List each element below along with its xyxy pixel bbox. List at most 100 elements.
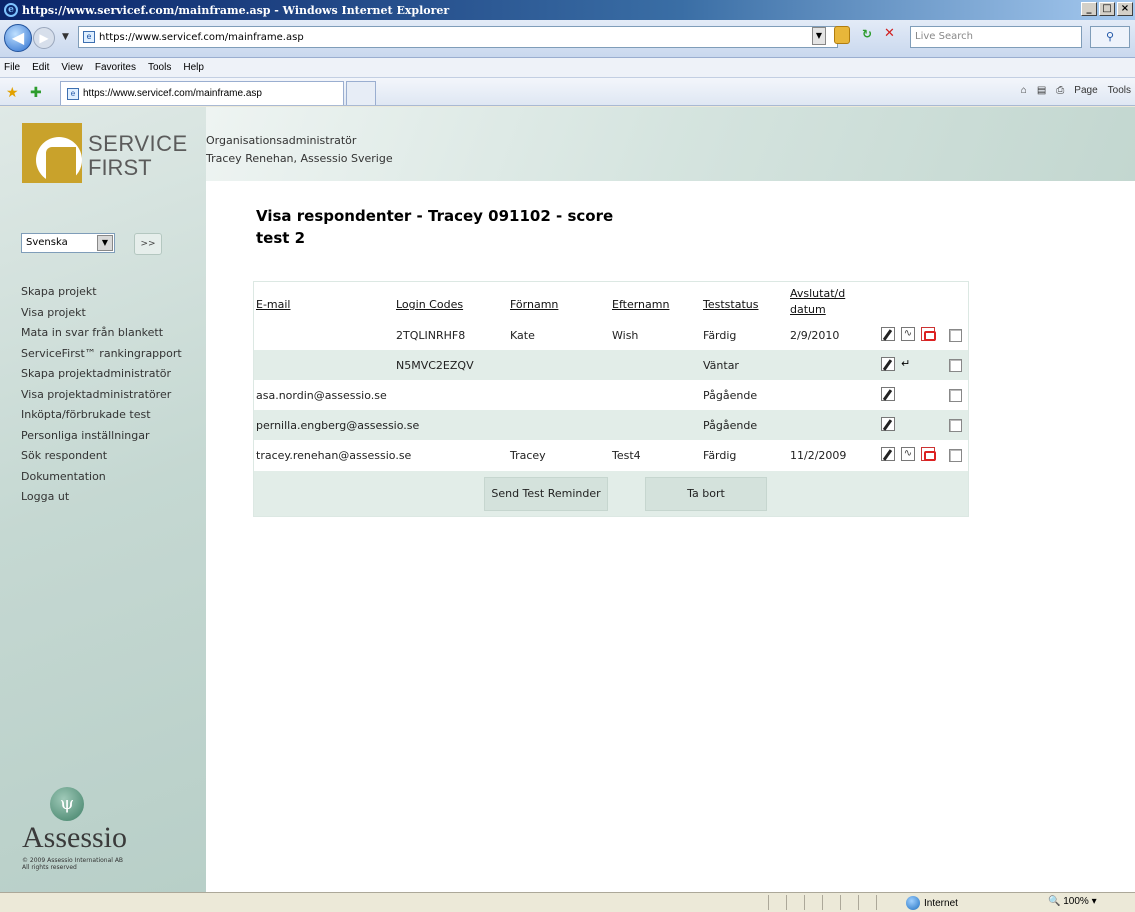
browser-tab[interactable]: e https://www.servicef.com/mainframe.asp: [60, 81, 344, 105]
servicefirst-logo-mark: [22, 123, 82, 183]
chart-icon[interactable]: ∿: [901, 447, 915, 461]
row-checkbox[interactable]: [949, 329, 962, 342]
zoom-control[interactable]: 🔍 100% ▾: [1048, 896, 1097, 907]
rights-text: All rights reserved: [22, 864, 77, 871]
page-menu[interactable]: Page: [1074, 85, 1097, 96]
cell-email: tracey.renehan@assessio.se: [256, 449, 412, 462]
search-icon[interactable]: ⚲: [1090, 26, 1130, 48]
edit-icon[interactable]: [881, 447, 895, 461]
nav-personliga-installningar[interactable]: Personliga inställningar: [21, 429, 182, 450]
col-avslutat[interactable]: Avslutat/d datum: [790, 286, 845, 318]
favorites-star-icon[interactable]: ★: [6, 84, 19, 101]
edit-icon[interactable]: [881, 417, 895, 431]
window-titlebar: e https://www.servicef.com/mainframe.asp…: [0, 0, 1135, 20]
cell-date: 11/2/2009: [790, 449, 847, 462]
chart-icon[interactable]: ∿: [901, 327, 915, 341]
lock-icon[interactable]: [834, 26, 850, 44]
col-teststatus[interactable]: Teststatus: [703, 297, 758, 313]
back-button[interactable]: ◀: [4, 24, 32, 52]
chevron-down-icon: ▼: [97, 235, 113, 251]
address-input[interactable]: e https://www.servicef.com/mainframe.asp: [78, 26, 838, 48]
nav-inkopta-test[interactable]: Inköpta/förbrukade test: [21, 408, 182, 429]
row-checkbox[interactable]: [949, 359, 962, 372]
nav-sok-respondent[interactable]: Sök respondent: [21, 449, 182, 470]
edit-icon[interactable]: [881, 387, 895, 401]
zoom-level: 100%: [1063, 896, 1089, 907]
menu-file[interactable]: File: [4, 62, 20, 73]
new-tab-button[interactable]: [346, 81, 376, 105]
row-checkbox[interactable]: [949, 449, 962, 462]
delete-button[interactable]: Ta bort: [645, 477, 767, 511]
col-login-codes[interactable]: Login Codes: [396, 297, 463, 313]
nav-skapa-projekt[interactable]: Skapa projekt: [21, 285, 182, 306]
page-title-line1: Visa respondenter - Tracey 091102 - scor…: [256, 207, 614, 225]
edit-icon[interactable]: [881, 357, 895, 371]
print-icon[interactable]: ⎙: [1056, 85, 1064, 96]
page-icon: e: [83, 31, 95, 43]
security-zone[interactable]: Internet: [906, 896, 958, 910]
home-icon[interactable]: ⌂: [1021, 85, 1027, 96]
status-segment: [804, 895, 820, 910]
menu-tools[interactable]: Tools: [148, 62, 171, 73]
action-bar: Send Test Reminder Ta bort: [254, 471, 968, 516]
address-url: https://www.servicef.com/mainframe.asp: [99, 31, 304, 43]
nav-logga-ut[interactable]: Logga ut: [21, 490, 182, 511]
page-viewport: SERVICE FIRST Organisationsadministratör…: [0, 107, 1135, 892]
nav-visa-projekt[interactable]: Visa projekt: [21, 306, 182, 327]
pdf-icon[interactable]: [921, 447, 936, 461]
logo-text-service: SERVICE: [88, 131, 188, 156]
history-dropdown-icon[interactable]: ▼: [62, 32, 69, 42]
menu-view[interactable]: View: [61, 62, 83, 73]
edit-icon[interactable]: [881, 327, 895, 341]
nav-skapa-projektadministrator[interactable]: Skapa projektadministratör: [21, 367, 182, 388]
sidebar-nav: Skapa projekt Visa projekt Mata in svar …: [21, 285, 182, 511]
language-go-button[interactable]: >>: [134, 233, 162, 255]
close-button[interactable]: ×: [1117, 2, 1133, 16]
cell-email: pernilla.engberg@assessio.se: [256, 419, 420, 432]
table-row: asa.nordin@assessio.se Pågående: [254, 380, 968, 410]
status-bar: Internet 🔍 100% ▾: [0, 892, 1135, 912]
send-reminder-icon[interactable]: ↵: [901, 357, 915, 371]
cell-status: Väntar: [703, 359, 739, 372]
menu-favorites[interactable]: Favorites: [95, 62, 136, 73]
col-email[interactable]: E-mail: [256, 297, 291, 313]
nav-mata-in-svar[interactable]: Mata in svar från blankett: [21, 326, 182, 347]
nav-dokumentation[interactable]: Dokumentation: [21, 470, 182, 491]
address-dropdown-button[interactable]: ▼: [812, 27, 826, 45]
pdf-icon[interactable]: [921, 327, 936, 341]
maximize-button[interactable]: □: [1099, 2, 1115, 16]
feeds-icon[interactable]: ▤: [1037, 85, 1046, 96]
minimize-button[interactable]: _: [1081, 2, 1097, 16]
window-controls: _ □ ×: [1081, 2, 1133, 16]
add-favorite-icon[interactable]: ✚: [30, 84, 42, 101]
refresh-icon[interactable]: ↻: [862, 27, 872, 41]
zoom-icon: 🔍: [1048, 896, 1061, 907]
menu-help[interactable]: Help: [183, 62, 204, 73]
address-toolbar: ◀ ▶ ▼ e https://www.servicef.com/mainfra…: [0, 20, 1135, 58]
menu-bar: File Edit View Favorites Tools Help: [0, 58, 1135, 78]
col-efternamn[interactable]: Efternamn: [612, 297, 669, 313]
menu-edit[interactable]: Edit: [32, 62, 49, 73]
cell-status: Färdig: [703, 449, 737, 462]
row-checkbox[interactable]: [949, 419, 962, 432]
forward-button[interactable]: ▶: [33, 27, 55, 49]
table-row: 2TQLINRHF8 Kate Wish Färdig 2/9/2010 ∿: [254, 320, 968, 350]
cell-efternamn: Wish: [612, 329, 639, 342]
nav-visa-projektadministratorer[interactable]: Visa projektadministratörer: [21, 388, 182, 409]
language-selected: Svenska: [26, 237, 68, 248]
row-checkbox[interactable]: [949, 389, 962, 402]
send-test-reminder-button[interactable]: Send Test Reminder: [484, 477, 608, 511]
search-input[interactable]: Live Search: [910, 26, 1082, 48]
nav-rankingrapport[interactable]: ServiceFirst™ rankingrapport: [21, 347, 182, 368]
chevron-down-icon: ▾: [1091, 896, 1097, 907]
tab-title: https://www.servicef.com/mainframe.asp: [83, 88, 262, 99]
col-avslutat-line2: datum: [790, 303, 826, 316]
command-bar: ⌂ ▤ ⎙ Page Tools: [1021, 85, 1131, 96]
col-fornamn[interactable]: Förnamn: [510, 297, 558, 313]
cell-date: 2/9/2010: [790, 329, 840, 342]
cell-login-code: N5MVC2EZQV: [396, 359, 474, 372]
tools-menu[interactable]: Tools: [1108, 85, 1131, 96]
language-select[interactable]: Svenska ▼: [21, 233, 115, 253]
stop-icon[interactable]: ✕: [884, 26, 895, 41]
tab-page-icon: e: [67, 87, 79, 100]
